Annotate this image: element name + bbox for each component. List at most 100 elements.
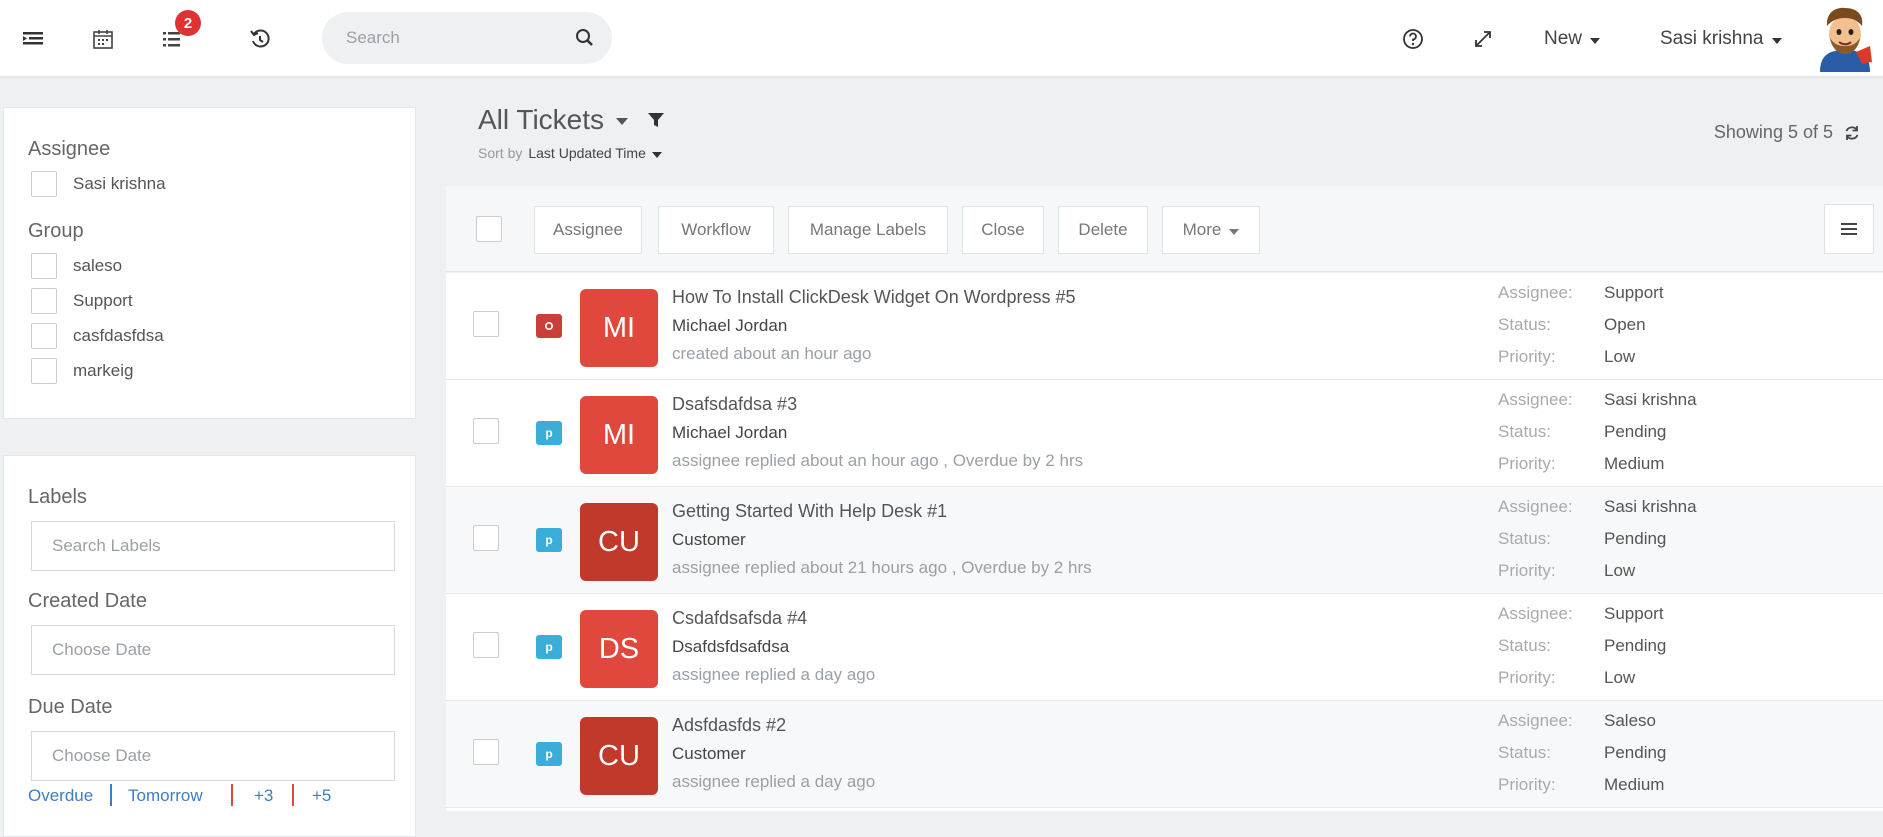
- help-icon[interactable]: [1398, 24, 1428, 54]
- page-title: All Tickets: [478, 104, 605, 135]
- manage-labels-button[interactable]: Manage Labels: [788, 206, 948, 254]
- chevron-down-icon: [651, 151, 662, 158]
- priority-label: Priority:: [1498, 775, 1556, 794]
- assignee-filter-title: Assignee: [28, 138, 111, 160]
- assignee-label: Assignee:: [1498, 711, 1573, 730]
- due-plus5-link[interactable]: +5: [312, 786, 331, 806]
- due-date-input[interactable]: [32, 732, 394, 780]
- ticket-subject-link[interactable]: Adsfdasfds #2: [672, 715, 786, 736]
- view-selector[interactable]: All Tickets: [478, 104, 666, 136]
- tickets-header: All Tickets Sort by Last Updated Time Sh…: [446, 80, 1883, 184]
- ticket-subject-link[interactable]: Dsafsdafdsa #3: [672, 394, 797, 415]
- group-checkbox-saleso[interactable]: [31, 253, 57, 279]
- ticket-requester: Customer: [672, 744, 746, 763]
- calendar-icon[interactable]: [88, 24, 118, 54]
- ticket-activity: assignee replied a day ago: [672, 772, 876, 791]
- assignee-option-label: Sasi krishna: [73, 174, 166, 193]
- assignee-label: Assignee:: [1498, 497, 1573, 516]
- refresh-icon[interactable]: [1843, 124, 1861, 142]
- status-label: Status:: [1498, 743, 1551, 762]
- row-checkbox[interactable]: [473, 311, 499, 337]
- requester-avatar: DS: [580, 610, 658, 688]
- assignee-checkbox[interactable]: [31, 171, 57, 197]
- divider: [231, 784, 233, 806]
- status-value: Pending: [1604, 422, 1667, 441]
- due-tomorrow-link[interactable]: Tomorrow: [128, 786, 203, 806]
- divider: [292, 784, 294, 806]
- assignee-label: Assignee:: [1498, 604, 1573, 623]
- sort-prefix: Sort by: [478, 145, 523, 161]
- row-checkbox[interactable]: [473, 632, 499, 658]
- group-option-label: markeig: [73, 361, 134, 380]
- table-row[interactable]: p CU Getting Started With Help Desk #1 C…: [446, 487, 1883, 594]
- select-all-checkbox[interactable]: [476, 216, 502, 242]
- labels-search-input[interactable]: [32, 522, 394, 570]
- history-icon[interactable]: [245, 24, 275, 54]
- due-date-field[interactable]: [31, 731, 395, 781]
- assignee-label: Assignee:: [1498, 390, 1573, 409]
- close-button[interactable]: Close: [962, 206, 1044, 254]
- ticket-activity: assignee replied about 21 hours ago , Ov…: [672, 558, 1092, 577]
- created-date-title: Created Date: [28, 590, 147, 612]
- created-date-field[interactable]: [31, 625, 395, 675]
- showing-count: Showing 5 of 5: [1713, 122, 1833, 142]
- status-value: Pending: [1604, 529, 1667, 548]
- ticket-type-badge: p: [536, 742, 562, 766]
- created-date-input[interactable]: [32, 626, 394, 674]
- requester-avatar: MI: [580, 396, 658, 474]
- search-icon[interactable]: [574, 27, 596, 49]
- priority-value: Medium: [1604, 775, 1665, 794]
- more-dropdown[interactable]: More: [1162, 206, 1260, 254]
- labels-search-field[interactable]: [31, 521, 395, 571]
- column-menu-button[interactable]: [1824, 204, 1874, 254]
- chevron-down-icon: [1771, 37, 1782, 44]
- group-option-label: casfdasfdsa: [73, 326, 164, 345]
- priority-value: Low: [1604, 668, 1636, 687]
- search-box[interactable]: [322, 12, 612, 64]
- status-label: Status:: [1498, 529, 1551, 548]
- row-checkbox[interactable]: [473, 418, 499, 444]
- ticket-requester: Michael Jordan: [672, 423, 788, 442]
- new-dropdown-label: New: [1544, 28, 1583, 49]
- ticket-subject-link[interactable]: How To Install ClickDesk Widget On Wordp…: [672, 287, 1075, 308]
- expand-icon[interactable]: [1468, 24, 1498, 54]
- priority-label: Priority:: [1498, 454, 1556, 473]
- row-checkbox[interactable]: [473, 525, 499, 551]
- ticket-activity: created about an hour ago: [672, 344, 872, 363]
- top-navbar: 2 New Sasi krishna: [0, 0, 1883, 78]
- group-checkbox-markeig[interactable]: [31, 358, 57, 384]
- table-row[interactable]: MI How To Install ClickDesk Widget On Wo…: [446, 273, 1883, 380]
- filter-icon[interactable]: [646, 110, 666, 130]
- sort-selector[interactable]: Sort by Last Updated Time: [478, 145, 662, 161]
- ticket-subject-link[interactable]: Getting Started With Help Desk #1: [672, 501, 947, 522]
- bulk-action-toolbar: Assignee Workflow Manage Labels Close De…: [446, 186, 1883, 272]
- status-label: Status:: [1498, 315, 1551, 334]
- assignee-value: Saleso: [1604, 711, 1656, 730]
- status-value: Pending: [1604, 743, 1667, 762]
- search-input[interactable]: [346, 26, 556, 50]
- user-menu[interactable]: Sasi krishna: [1660, 24, 1782, 54]
- workflow-button[interactable]: Workflow: [658, 206, 774, 254]
- due-overdue-link[interactable]: Overdue: [28, 786, 93, 806]
- priority-label: Priority:: [1498, 668, 1556, 687]
- priority-value: Medium: [1604, 454, 1665, 473]
- assignee-button[interactable]: Assignee: [534, 206, 642, 254]
- ticket-requester: Dsafdsfdsafdsa: [672, 637, 790, 656]
- menu-toggle-icon[interactable]: [18, 24, 48, 54]
- group-option-label: Support: [73, 291, 133, 310]
- ticket-subject-link[interactable]: Csdafdsafsda #4: [672, 608, 807, 629]
- ticket-type-badge: p: [536, 421, 562, 445]
- group-checkbox-casfdasfdsa[interactable]: [31, 323, 57, 349]
- delete-button[interactable]: Delete: [1058, 206, 1148, 254]
- avatar[interactable]: [1812, 4, 1878, 72]
- table-row[interactable]: p DS Csdafdsafsda #4 Dsafdsfdsafdsa assi…: [446, 594, 1883, 701]
- new-dropdown[interactable]: New: [1544, 24, 1601, 54]
- group-checkbox-support[interactable]: [31, 288, 57, 314]
- ticket-type-badge: [536, 314, 562, 338]
- table-row[interactable]: p CU Adsfdasfds #2 Customer assignee rep…: [446, 701, 1883, 808]
- table-row[interactable]: p MI Dsafsdafdsa #3 Michael Jordan assig…: [446, 380, 1883, 487]
- due-plus3-link[interactable]: +3: [254, 786, 273, 806]
- priority-label: Priority:: [1498, 561, 1556, 580]
- row-checkbox[interactable]: [473, 739, 499, 765]
- more-label: More: [1182, 220, 1222, 239]
